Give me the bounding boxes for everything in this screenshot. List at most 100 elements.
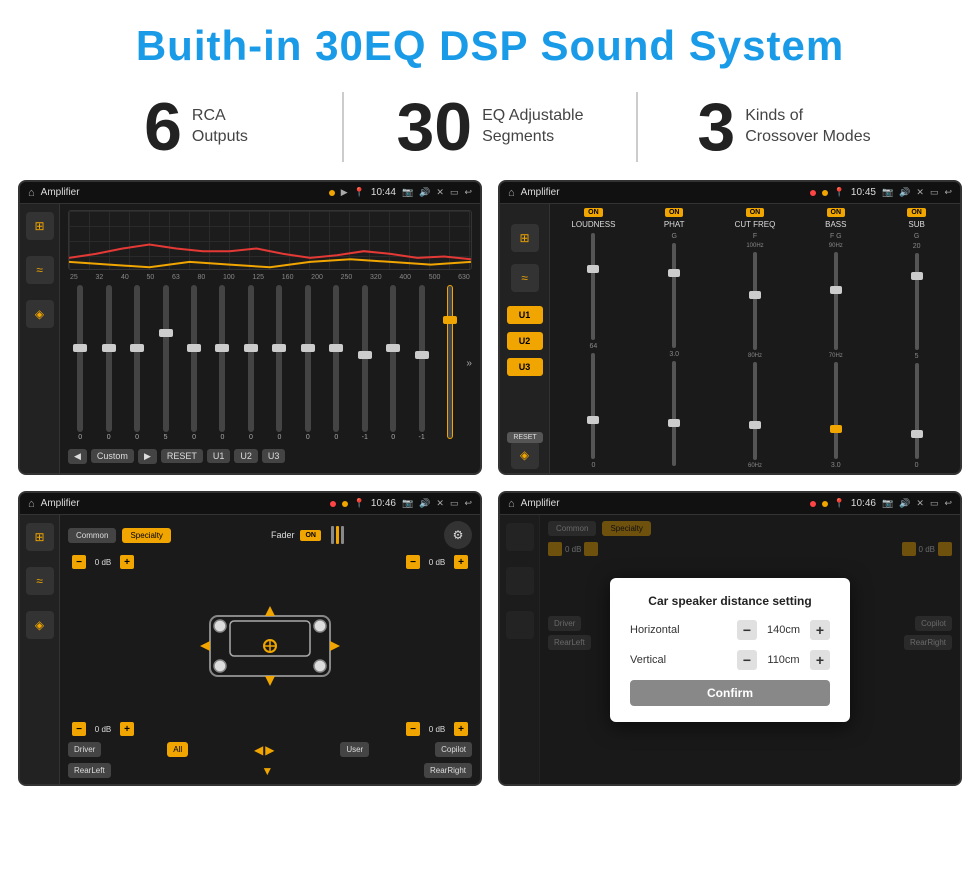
eq-slider-1[interactable]: 0 xyxy=(68,285,92,441)
phat-on-badge[interactable]: ON xyxy=(665,208,684,217)
fader-all-btn[interactable]: All xyxy=(167,742,188,757)
db-controls-top: − 0 dB + − 0 dB + xyxy=(68,555,472,569)
page-title: Buith-in 30EQ DSP Sound System xyxy=(0,0,980,80)
status-vol-2: 🔊 xyxy=(899,187,910,198)
stat-rca-label: RCAOutputs xyxy=(192,106,248,148)
status-title-3: Amplifier xyxy=(41,498,324,509)
loudness-on-badge[interactable]: ON xyxy=(584,208,603,217)
sub-on-badge[interactable]: ON xyxy=(907,208,926,217)
fader-copilot-btn[interactable]: Copilot xyxy=(435,742,472,757)
db-plus-tl[interactable]: + xyxy=(120,555,134,569)
status-back-4[interactable]: ↩ xyxy=(944,498,952,509)
cross-reset-btn[interactable]: RESET xyxy=(507,432,543,443)
fader-tab-common[interactable]: Common xyxy=(68,528,116,543)
dialog-vertical-plus[interactable]: + xyxy=(810,650,830,670)
status-win-1: ▭ xyxy=(450,187,459,198)
eq-slider-10[interactable]: 0 xyxy=(324,285,348,441)
fader-icon-2[interactable]: ≈ xyxy=(26,567,54,595)
cross-icon-2[interactable]: ≈ xyxy=(511,264,539,292)
bass-on-badge[interactable]: ON xyxy=(827,208,846,217)
eq-custom-label: Custom xyxy=(91,449,134,463)
stat-eq-label: EQ AdjustableSegments xyxy=(482,106,583,148)
cross-u3-btn[interactable]: U3 xyxy=(507,358,543,376)
dialog-vertical-minus[interactable]: − xyxy=(737,650,757,670)
fader-user-btn[interactable]: User xyxy=(340,742,369,757)
eq-play-btn[interactable]: ▶ xyxy=(138,449,157,464)
cross-u1-btn[interactable]: U1 xyxy=(507,306,543,324)
eq-slider-5[interactable]: 0 xyxy=(182,285,206,441)
db-minus-tl[interactable]: − xyxy=(72,555,86,569)
cross-icon-1[interactable]: ⊞ xyxy=(511,224,539,252)
fader-on-toggle[interactable]: ON xyxy=(300,530,321,541)
db-plus-tr[interactable]: + xyxy=(454,555,468,569)
status-rec-dot-2 xyxy=(810,190,816,196)
db-plus-br[interactable]: + xyxy=(454,722,468,736)
db-plus-bl[interactable]: + xyxy=(120,722,134,736)
fader-settings-btn[interactable]: ⚙ xyxy=(444,521,472,549)
eq-slider-7[interactable]: 0 xyxy=(239,285,263,441)
fader-right-arrow[interactable]: ▶ xyxy=(265,743,274,757)
eq-slider-2[interactable]: 0 xyxy=(96,285,120,441)
eq-bottom-bar: ◀ Custom ▶ RESET U1 U2 U3 xyxy=(68,445,472,467)
eq-u2-btn[interactable]: U2 xyxy=(234,449,258,463)
fader-tab-specialty[interactable]: Specialty xyxy=(122,528,170,543)
fader-content: ⊞ ≈ ◈ Common Specialty Fader ON ⚙ xyxy=(20,515,480,784)
status-back-2[interactable]: ↩ xyxy=(944,187,952,198)
fader-icon-1[interactable]: ⊞ xyxy=(26,523,54,551)
dialog-horizontal-plus[interactable]: + xyxy=(810,620,830,640)
eq-u1-btn[interactable]: U1 xyxy=(207,449,231,463)
dialog-horizontal-value: 140cm xyxy=(761,624,806,636)
db-minus-br[interactable]: − xyxy=(406,722,420,736)
status-vol-1: 🔊 xyxy=(419,187,430,198)
eq-graph xyxy=(68,210,472,270)
cross-u2-btn[interactable]: U2 xyxy=(507,332,543,350)
status-time-2: 10:45 xyxy=(851,187,876,198)
eq-slider-13[interactable]: -1 xyxy=(409,285,433,441)
dialog-horizontal-minus[interactable]: − xyxy=(737,620,757,640)
fader-left-icons: ⊞ ≈ ◈ xyxy=(20,515,60,784)
eq-icon-3[interactable]: ◈ xyxy=(26,300,54,328)
eq-slider-12[interactable]: 0 xyxy=(381,285,405,441)
cutfreq-on-badge[interactable]: ON xyxy=(746,208,765,217)
eq-slider-6[interactable]: 0 xyxy=(210,285,234,441)
eq-slider-9[interactable]: 0 xyxy=(296,285,320,441)
fader-left-arrow[interactable]: ◀ xyxy=(254,743,263,757)
fader-rearleft-btn[interactable]: RearLeft xyxy=(68,763,111,778)
fader-icon-3[interactable]: ◈ xyxy=(26,611,54,639)
car-diagram-svg xyxy=(180,591,360,701)
home-icon-2[interactable] xyxy=(508,187,515,199)
eq-u3-btn[interactable]: U3 xyxy=(262,449,286,463)
status-x-1: ✕ xyxy=(436,187,444,198)
home-icon-1[interactable] xyxy=(28,187,35,199)
home-icon-4[interactable] xyxy=(508,498,515,510)
eq-slider-8[interactable]: 0 xyxy=(267,285,291,441)
confirm-button[interactable]: Confirm xyxy=(630,680,830,706)
status-back-1[interactable]: ↩ xyxy=(464,187,472,198)
fader-rearright-btn[interactable]: RearRight xyxy=(424,763,472,778)
status-cam-2: 📷 xyxy=(882,187,893,198)
fader-bottom-row2: RearLeft ▼ RearRight xyxy=(68,763,472,778)
eq-icon-2[interactable]: ≈ xyxy=(26,256,54,284)
status-vol-3: 🔊 xyxy=(419,498,430,509)
eq-slider-3[interactable]: 0 xyxy=(125,285,149,441)
eq-slider-11[interactable]: -1 xyxy=(353,285,377,441)
dialog-vertical-row: Vertical − 110cm + xyxy=(630,650,830,670)
status-back-3[interactable]: ↩ xyxy=(464,498,472,509)
fader-driver-btn[interactable]: Driver xyxy=(68,742,101,757)
status-bar-2: Amplifier 📍 10:45 📷 🔊 ✕ ▭ ↩ xyxy=(500,182,960,204)
dialog-box: Car speaker distance setting Horizontal … xyxy=(610,578,850,722)
home-icon-3[interactable] xyxy=(28,498,35,510)
fader-down-arrow[interactable]: ▼ xyxy=(261,764,273,778)
eq-prev-btn[interactable]: ◀ xyxy=(68,449,87,464)
eq-slider-14[interactable] xyxy=(438,285,462,441)
eq-icon-1[interactable]: ⊞ xyxy=(26,212,54,240)
eq-reset-btn[interactable]: RESET xyxy=(161,449,203,463)
cross-icon-3[interactable]: ◈ xyxy=(511,441,539,469)
db-minus-bl[interactable]: − xyxy=(72,722,86,736)
dialog-overlay: Car speaker distance setting Horizontal … xyxy=(500,515,960,784)
db-minus-tr[interactable]: − xyxy=(406,555,420,569)
stat-rca: 6 RCAOutputs xyxy=(60,93,332,161)
status-win-2: ▭ xyxy=(930,187,939,198)
channel-sub: ON SUB G 20 5 0 xyxy=(879,208,954,469)
eq-slider-4[interactable]: 5 xyxy=(153,285,177,441)
